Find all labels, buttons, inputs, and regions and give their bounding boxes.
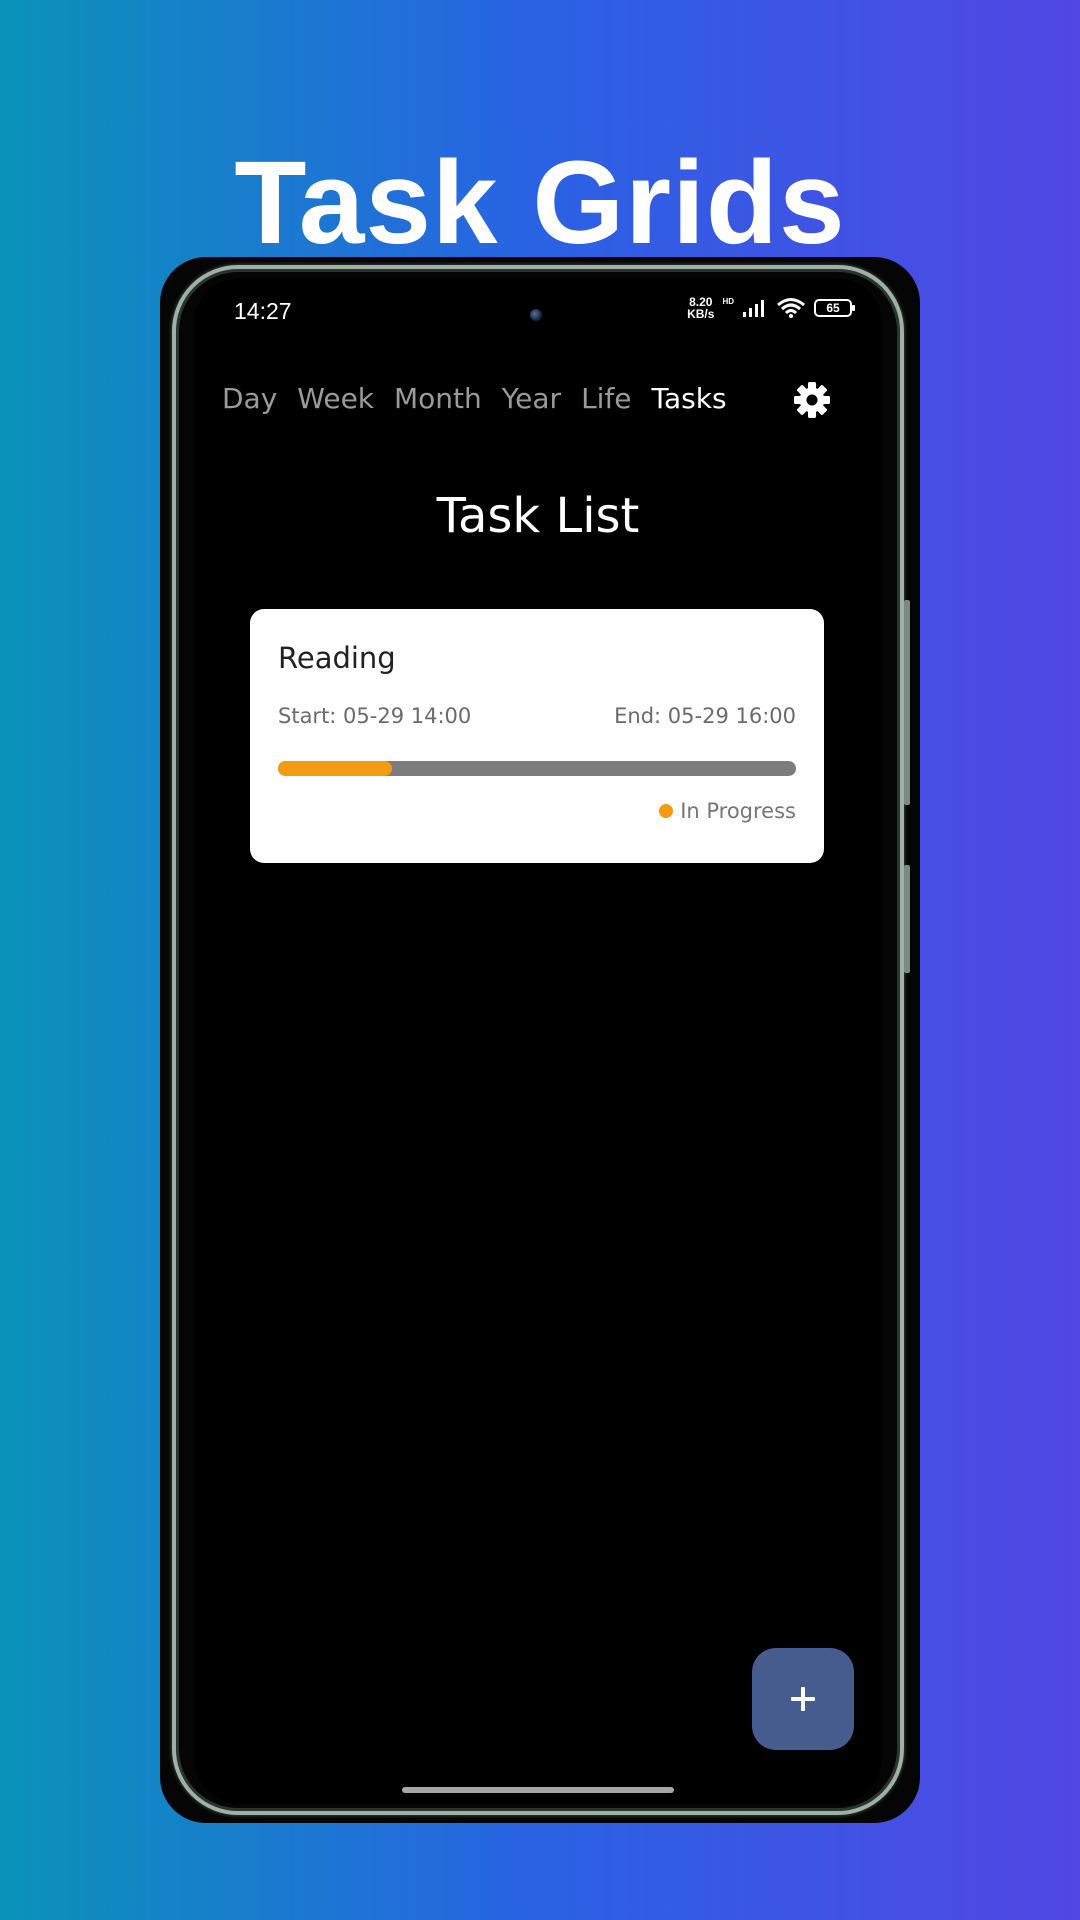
power-button [904,865,910,973]
add-task-button[interactable] [752,1648,854,1750]
status-dot-icon [659,804,674,818]
task-status: In Progress [659,799,796,823]
home-indicator[interactable] [402,1787,674,1793]
battery-icon: 65 [814,299,855,317]
promo-headline: Task Grids [234,137,846,269]
plus-icon [791,1687,815,1711]
task-progress-fill [278,761,392,776]
task-progress-bar [278,761,796,776]
view-tabs: Day Week Month Year Life Tasks [222,382,747,415]
gear-icon[interactable] [792,380,832,420]
wifi-icon [777,298,805,318]
app-screen: 14:27 8.20 KB/s HD 65 Day Week Month Yea… [194,278,882,1804]
battery-level: 65 [826,301,840,315]
task-start-time: Start: 05-29 14:00 [278,704,472,728]
volume-button [904,600,910,805]
tab-tasks[interactable]: Tasks [652,382,727,415]
tab-week[interactable]: Week [297,382,374,415]
tab-year[interactable]: Year [502,382,561,415]
front-camera [530,309,542,321]
network-type: HD [722,296,734,306]
tab-month[interactable]: Month [394,382,482,415]
task-name: Reading [278,641,396,675]
status-label: In Progress [680,799,796,823]
page-title: Task List [436,488,640,544]
task-end-time: End: 05-29 16:00 [614,704,796,728]
tab-life[interactable]: Life [581,382,631,415]
signal-icon [743,300,764,317]
tab-day[interactable]: Day [222,382,277,415]
network-speed-unit: KB/s [687,307,715,321]
network-speed: 8.20 KB/s [687,296,714,320]
task-card[interactable]: Reading Start: 05-29 14:00 End: 05-29 16… [250,609,824,863]
status-time: 14:27 [234,298,292,324]
status-icons: 8.20 KB/s HD 65 [687,296,855,320]
